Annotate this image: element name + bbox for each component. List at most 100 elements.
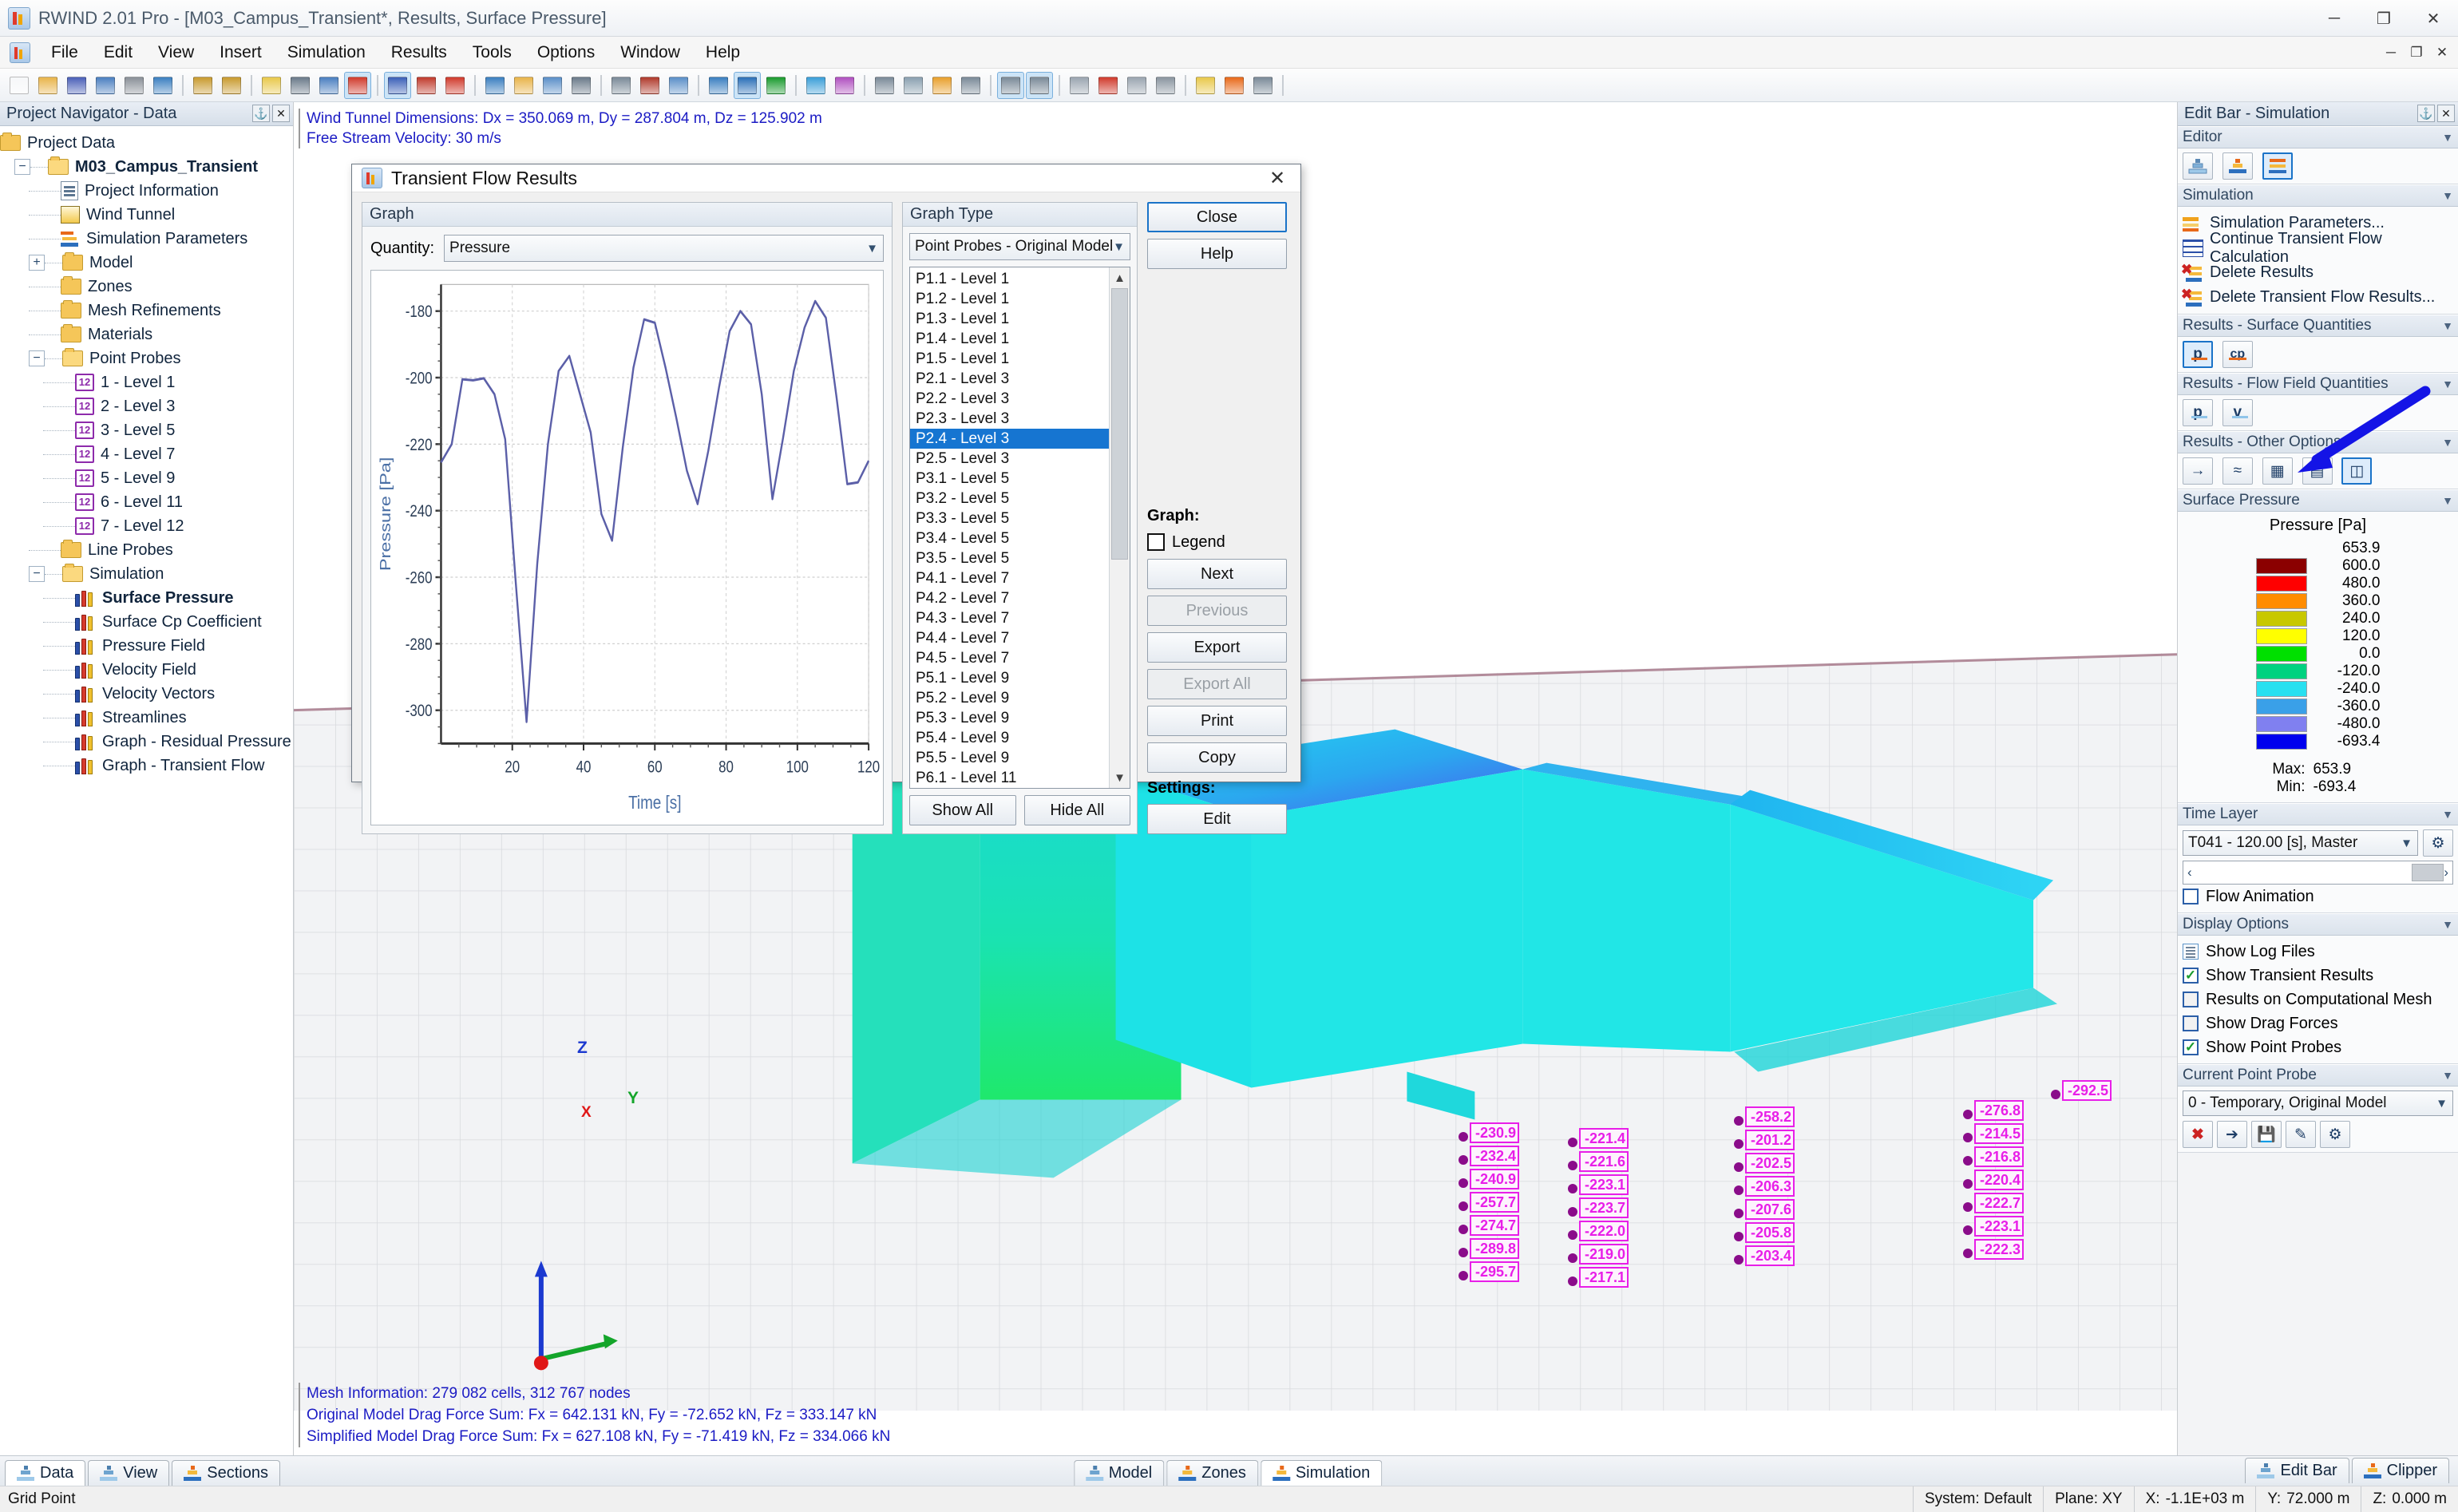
tree-item-5-level-9[interactable]: 12 5 - Level 9 (0, 466, 293, 490)
tree-item-point-probes[interactable]: − Point Probes (0, 346, 293, 370)
toolbar-button-4-2[interactable] (539, 72, 566, 99)
time-layer-select[interactable]: T041 - 120.00 [s], Master ▼ (2183, 830, 2418, 856)
probe-value-label[interactable]: -201.2 (1745, 1130, 1795, 1150)
time-layer-prev-arrow[interactable]: ‹ (2187, 865, 2192, 881)
tree-item-velocity-vectors[interactable]: Velocity Vectors (0, 682, 293, 706)
copy-button[interactable]: Copy (1147, 742, 1287, 773)
toolbar-button-5-0[interactable] (608, 72, 635, 99)
probe-list-item[interactable]: P1.4 - Level 1 (910, 329, 1130, 349)
toolbar-button-4-0[interactable] (481, 72, 509, 99)
probe-list-item[interactable]: P5.3 - Level 9 (910, 708, 1130, 728)
probe-value-label[interactable]: -289.8 (1470, 1238, 1519, 1259)
probe-point-marker[interactable] (1963, 1249, 1973, 1258)
section-header-display-options[interactable]: Display Options ▼ (2178, 913, 2458, 936)
streamlines-icon[interactable]: → (2183, 457, 2213, 485)
mdi-close-button[interactable]: ✕ (2429, 40, 2455, 65)
tree-item-4-level-7[interactable]: 12 4 - Level 7 (0, 442, 293, 466)
toolbar-button-11-1[interactable] (1221, 72, 1248, 99)
flow-layers-icon[interactable]: ≈ (2222, 457, 2253, 485)
probe-list-item[interactable]: P4.4 - Level 7 (910, 628, 1130, 648)
toolbar-button-8-3[interactable] (957, 72, 984, 99)
toolbar-button-5-2[interactable] (665, 72, 692, 99)
probe-list-item[interactable]: P2.4 - Level 3 (910, 429, 1130, 449)
export-button[interactable]: Export (1147, 632, 1287, 663)
probe-value-label[interactable]: -202.5 (1745, 1153, 1795, 1174)
section-header-editor[interactable]: Editor ▼ (2178, 126, 2458, 148)
print-button[interactable]: Print (1147, 706, 1287, 736)
probe-point-marker[interactable] (1734, 1255, 1744, 1265)
tree-item-graph-transient-flow[interactable]: Graph - Transient Flow (0, 754, 293, 778)
tab-zones[interactable]: Zones (1166, 1460, 1258, 1486)
toolbar-button-5-1[interactable] (636, 72, 663, 99)
tab-edit-bar[interactable]: Edit Bar (2245, 1458, 2349, 1483)
tree-item-line-probes[interactable]: Line Probes (0, 538, 293, 562)
probe-value-label[interactable]: -257.7 (1470, 1192, 1519, 1213)
tab-model[interactable]: Model (1073, 1460, 1165, 1486)
chevron-down-icon[interactable]: ▼ (2442, 918, 2453, 931)
probe-list-item[interactable]: P4.2 - Level 7 (910, 588, 1130, 608)
probe-value-label[interactable]: -221.6 (1579, 1151, 1629, 1172)
toolbar-button-4-1[interactable] (510, 72, 537, 99)
probe-point-marker[interactable] (1459, 1271, 1468, 1280)
probe-point-marker[interactable] (1459, 1155, 1468, 1165)
probe-point-marker[interactable] (1963, 1110, 1973, 1119)
building-connector[interactable] (1522, 762, 1755, 1052)
probe-point-marker[interactable] (1963, 1156, 1973, 1166)
probe-point-marker[interactable] (1568, 1230, 1577, 1240)
probe-value-label[interactable]: -258.2 (1745, 1106, 1795, 1127)
time-layer-scrollbar[interactable]: ‹ › (2183, 861, 2453, 885)
tree-item-materials[interactable]: Materials (0, 323, 293, 346)
probe-value-label[interactable]: -214.5 (1974, 1123, 2024, 1144)
probe-point-marker[interactable] (1963, 1225, 1973, 1235)
menu-insert[interactable]: Insert (207, 37, 275, 69)
probe-list-item[interactable]: P1.1 - Level 1 (910, 269, 1130, 289)
tree-item-simulation[interactable]: − Simulation (0, 562, 293, 586)
probe-point-marker[interactable] (1568, 1276, 1577, 1286)
probe-value-label[interactable]: -220.4 (1974, 1170, 2024, 1190)
probe-point-marker[interactable] (1568, 1161, 1577, 1170)
section-header-simulation[interactable]: Simulation ▼ (2178, 184, 2458, 207)
surface-cp-button[interactable]: cp (2222, 341, 2253, 368)
toolbar-button-1-1[interactable] (218, 72, 245, 99)
probe-list-item[interactable]: P4.3 - Level 7 (910, 608, 1130, 628)
toolbar-button-10-3[interactable] (1152, 72, 1179, 99)
pick-probe-icon[interactable]: ➔ (2217, 1121, 2247, 1148)
current-point-probe-select[interactable]: 0 - Temporary, Original Model ▼ (2183, 1090, 2453, 1116)
editbar-pin-button[interactable]: ⚓ (2417, 105, 2435, 122)
toolbar-button-3-0[interactable] (384, 71, 411, 99)
probe-value-label[interactable]: -222.7 (1974, 1193, 2024, 1213)
surface-pressure-p-button[interactable]: p (2183, 341, 2213, 368)
settings-probe-icon[interactable]: ⚙ (2320, 1121, 2350, 1148)
tree-item-1-level-1[interactable]: 12 1 - Level 1 (0, 370, 293, 394)
probe-value-label[interactable]: -205.8 (1745, 1222, 1795, 1243)
section-header-current-point-probe[interactable]: Current Point Probe ▼ (2178, 1064, 2458, 1087)
maximize-button[interactable]: ❐ (2359, 0, 2409, 37)
toolbar-button-8-1[interactable] (900, 72, 927, 99)
probe-value-label[interactable]: -223.7 (1579, 1197, 1629, 1218)
probe-value-label[interactable]: -216.8 (1974, 1146, 2024, 1167)
chevron-down-icon[interactable]: ▼ (2442, 319, 2453, 332)
probe-point-marker[interactable] (1734, 1116, 1744, 1126)
section-header-flow-field[interactable]: Results - Flow Field Quantities ▼ (2178, 373, 2458, 395)
graph-icon[interactable]: ▤ (2302, 457, 2333, 485)
tree-item-wind-tunnel[interactable]: Wind Tunnel (0, 203, 293, 227)
probe-list-item[interactable]: P1.2 - Level 1 (910, 289, 1130, 309)
toolbar-button-6-1[interactable] (734, 71, 761, 99)
probe-value-label[interactable]: -240.9 (1470, 1169, 1519, 1189)
chevron-down-icon[interactable]: ▼ (2442, 189, 2453, 202)
close-dialog-button[interactable]: Close (1147, 202, 1287, 232)
probe-point-marker[interactable] (1734, 1162, 1744, 1172)
tab-simulation[interactable]: Simulation (1260, 1460, 1383, 1486)
section-header-surface-pressure[interactable]: Surface Pressure ▼ (2178, 489, 2458, 512)
chevron-down-icon[interactable]: ▼ (2442, 436, 2453, 449)
tree-expander[interactable]: + (29, 255, 45, 271)
tree-item-2-level-3[interactable]: 12 2 - Level 3 (0, 394, 293, 418)
probe-point-marker[interactable] (1459, 1225, 1468, 1234)
tree-item-graph-residual-pressure[interactable]: Graph - Residual Pressure (0, 730, 293, 754)
tree-expander[interactable]: − (14, 159, 30, 175)
chevron-down-icon[interactable]: ▼ (2442, 378, 2453, 390)
tab-clipper[interactable]: Clipper (2351, 1458, 2449, 1483)
probe-value-label[interactable]: -203.4 (1745, 1245, 1795, 1266)
probe-label-column[interactable]: -221.4 -221.6 -223.1 -223.7 -222.0 -219.0 -217… (1568, 1128, 1629, 1290)
display-option-results-on-computational-mesh[interactable]: Results on Computational Mesh (2183, 988, 2453, 1011)
